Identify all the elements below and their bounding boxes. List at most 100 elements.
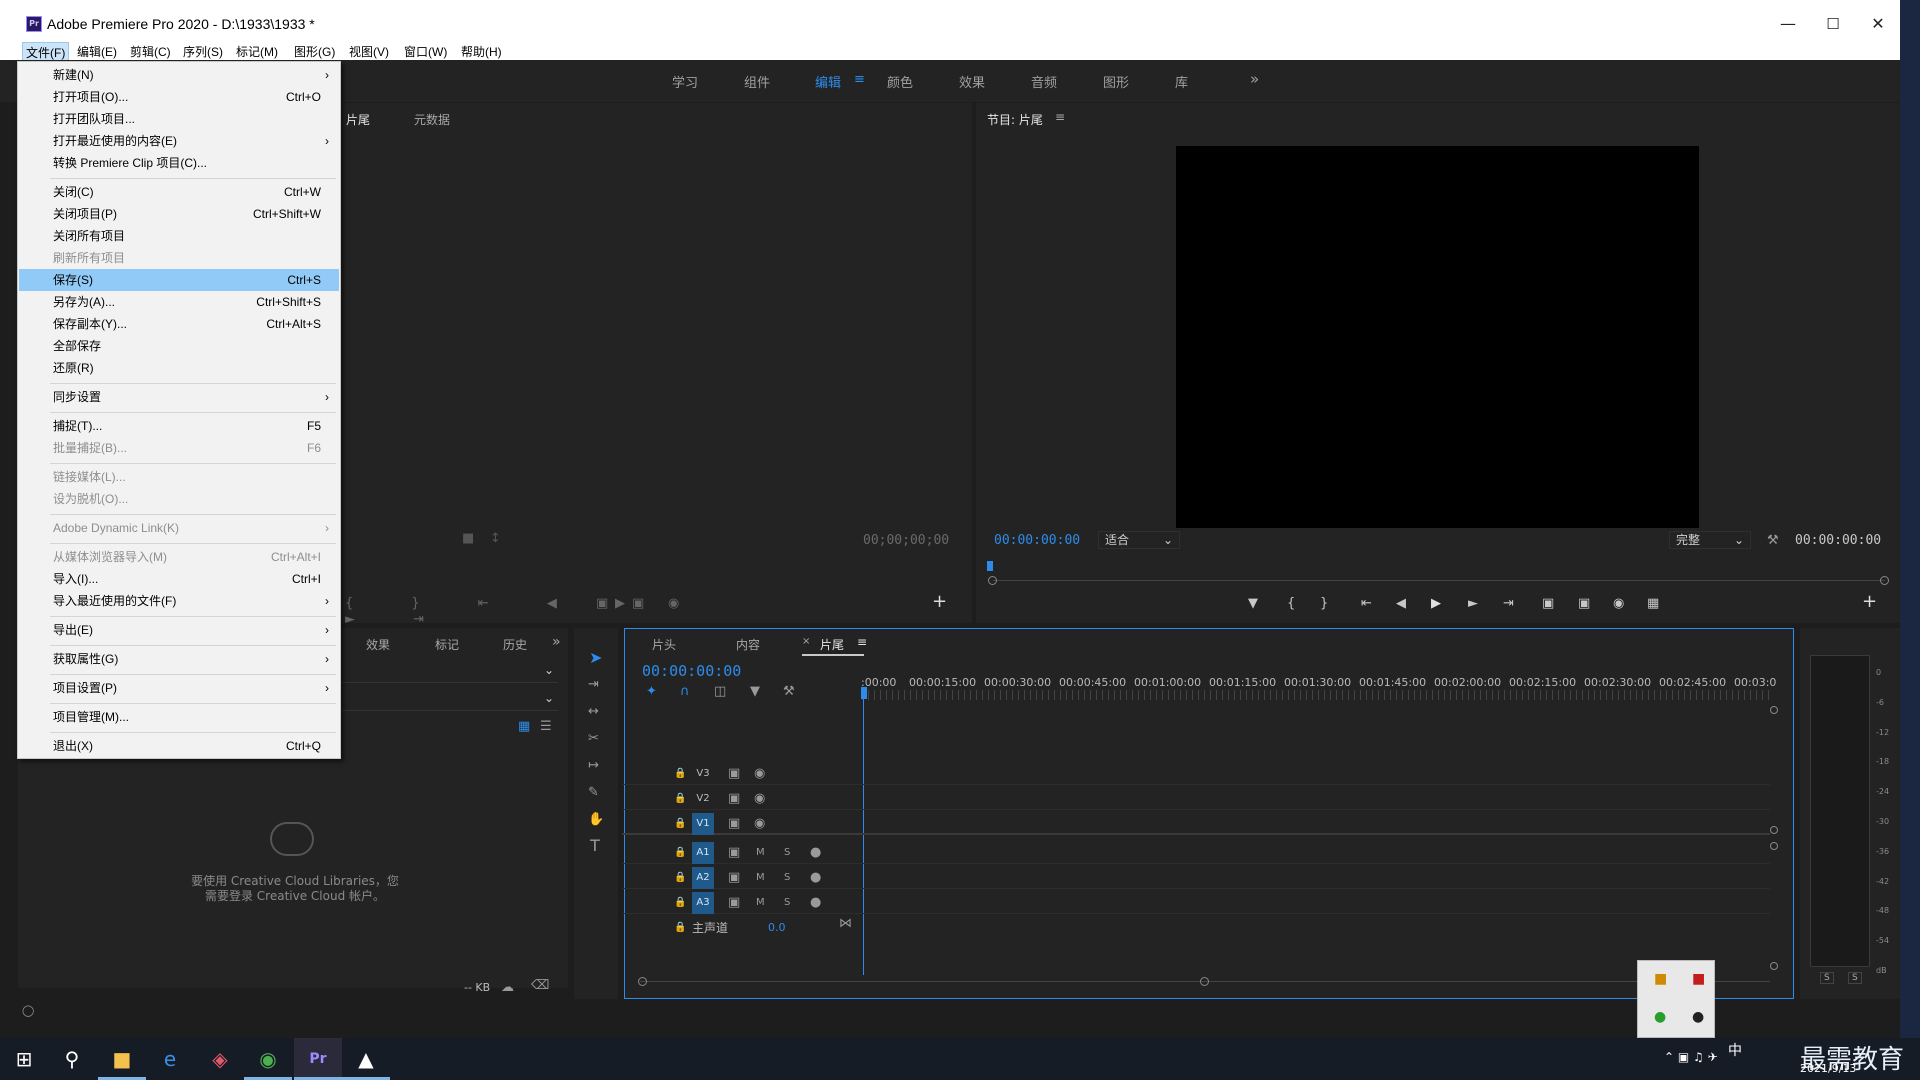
menu-item-dynamic-link[interactable]: Adobe Dynamic Link(K) › — [19, 517, 339, 539]
menu-item-open-recent[interactable]: 打开最近使用的内容(E) › — [19, 130, 339, 152]
chrome-icon[interactable]: ◉ — [244, 1038, 292, 1080]
menu-item-import[interactable]: 导入(I)... Ctrl+I — [19, 568, 339, 590]
menu-edit[interactable]: 编辑(E) — [74, 42, 120, 61]
menu-item-project-settings[interactable]: 项目设置(P) › — [19, 677, 339, 699]
scrub-start-handle[interactable] — [988, 576, 997, 585]
extract-icon[interactable]: ▣ — [1578, 596, 1590, 612]
search-icon[interactable]: ⚲ — [48, 1038, 96, 1080]
step-back-icon[interactable]: ◀ — [1396, 596, 1406, 612]
source-settings-icon[interactable]: ■ — [462, 531, 474, 547]
menu-sequence[interactable]: 序列(S) — [180, 42, 226, 61]
linked-selection-icon[interactable]: ◫ — [714, 684, 726, 700]
menu-item-close-project[interactable]: 关闭项目(P) Ctrl+Shift+W — [19, 203, 339, 225]
tray-icons[interactable]: ⌃ ▣ ♫ ✈ — [1664, 1050, 1718, 1064]
tab-sequence-head[interactable]: 片头 — [652, 636, 676, 653]
mark-out-icon[interactable]: } — [1320, 596, 1328, 612]
go-to-end-icon[interactable]: ⋈ — [839, 916, 852, 932]
meter-solo-left[interactable]: S — [1820, 972, 1834, 984]
sync-lock-icon[interactable]: ▣ — [728, 791, 740, 807]
video-scroll-top-handle[interactable] — [1770, 706, 1778, 714]
trash-icon[interactable]: ⌫ — [531, 978, 549, 994]
ime-indicator[interactable]: 中 — [1728, 1040, 1742, 1060]
source-export-frame-icon[interactable]: ◉ — [668, 596, 679, 612]
menu-item-exit[interactable]: 退出(X) Ctrl+Q — [19, 735, 339, 757]
workspace-effects[interactable]: 效果 — [959, 72, 985, 91]
eye-icon[interactable]: ◉ — [754, 816, 765, 832]
tab-metadata[interactable]: 元数据 — [414, 111, 450, 128]
menu-window[interactable]: 窗口(W) — [401, 42, 450, 61]
timeline-ruler-ticks[interactable] — [862, 690, 1774, 700]
menu-help[interactable]: 帮助(H) — [458, 42, 505, 61]
menu-item-close[interactable]: 关闭(C) Ctrl+W — [19, 181, 339, 203]
wrench-icon[interactable]: ⚒ — [1767, 533, 1779, 549]
menu-item-save-as[interactable]: 另存为(A)... Ctrl+Shift+S — [19, 291, 339, 313]
playhead-marker[interactable] — [987, 561, 993, 571]
program-scrub-bar[interactable] — [993, 580, 1885, 581]
audio-scroll-top-handle[interactable] — [1770, 842, 1778, 850]
mute-button[interactable]: M — [756, 895, 765, 911]
mark-in-icon[interactable]: { — [1287, 596, 1295, 612]
menu-item-convert-clip[interactable]: 转换 Premiere Clip 项目(C)... — [19, 152, 339, 174]
tray-app-icon[interactable]: ● — [1654, 1009, 1666, 1025]
minimize-button[interactable]: — — [1778, 14, 1798, 34]
menu-marker[interactable]: 标记(M) — [233, 42, 281, 61]
scrub-end-handle[interactable] — [1880, 576, 1889, 585]
menu-view[interactable]: 视图(V) — [346, 42, 392, 61]
menu-item-make-offline[interactable]: 设为脱机(O)... — [19, 488, 339, 510]
track-select-tool-icon[interactable]: ⇥ — [588, 677, 599, 693]
sync-lock-icon[interactable]: ▣ — [728, 766, 740, 782]
menu-item-revert[interactable]: 还原(R) — [19, 357, 339, 379]
lock-icon[interactable]: 🔒 — [674, 816, 686, 832]
razor-tool-icon[interactable]: ✂ — [588, 731, 599, 747]
grid-view-icon[interactable]: ▦ — [518, 719, 530, 735]
panel-more-icon[interactable]: » — [552, 634, 561, 650]
menu-item-project-manager[interactable]: 项目管理(M)... — [19, 706, 339, 728]
tab-sequence-tail[interactable]: 片尾 — [820, 636, 844, 653]
step-forward-icon[interactable]: ► — [1468, 596, 1478, 612]
nest-icon[interactable]: ✦ — [646, 684, 657, 700]
eye-icon[interactable]: ◉ — [754, 766, 765, 782]
menu-item-batch-capture[interactable]: 批量捕捉(B)... F6 — [19, 437, 339, 459]
lock-icon[interactable]: 🔒 — [674, 920, 686, 936]
program-menu-icon[interactable]: ≡ — [1055, 110, 1065, 124]
solo-button[interactable]: S — [784, 845, 790, 861]
menu-item-close-all[interactable]: 关闭所有项目 — [19, 225, 339, 247]
workspace-more-icon[interactable]: » — [1250, 70, 1259, 88]
timeline-timecode[interactable]: 00:00:00:00 — [642, 662, 741, 680]
sync-lock-icon[interactable]: ▣ — [728, 845, 740, 861]
program-title[interactable]: 节目: 片尾 — [987, 111, 1043, 128]
solo-button[interactable]: S — [784, 870, 790, 886]
hand-tool-icon[interactable]: ✋ — [588, 812, 604, 828]
play-icon[interactable]: ▶ — [1431, 596, 1441, 612]
timeline-playhead-line[interactable] — [863, 699, 864, 975]
pen-tool-icon[interactable]: ✎ — [588, 785, 599, 801]
add-marker-icon[interactable]: ▼ — [1248, 596, 1258, 612]
lift-icon[interactable]: ▣ — [1542, 596, 1554, 612]
workspace-editing[interactable]: 编辑 — [815, 72, 841, 91]
menu-item-refresh-all[interactable]: 刷新所有项目 — [19, 247, 339, 269]
menu-clip[interactable]: 剪辑(C) — [127, 42, 174, 61]
export-frame-icon[interactable]: ◉ — [1613, 596, 1624, 612]
close-button[interactable]: ✕ — [1868, 14, 1888, 34]
timeline-playhead-handle[interactable] — [861, 687, 867, 699]
lock-icon[interactable]: 🔒 — [674, 845, 686, 861]
lock-icon[interactable]: 🔒 — [674, 791, 686, 807]
audio-scroll-bottom-handle[interactable] — [1770, 962, 1778, 970]
track-label-v1[interactable]: V1 — [692, 813, 714, 835]
app-icon[interactable]: ◈ — [196, 1038, 244, 1080]
cloud-sync-icon[interactable]: ☁ — [501, 980, 514, 996]
menu-item-import-from-browser[interactable]: 从媒体浏览器导入(M) Ctrl+Alt+I — [19, 546, 339, 568]
menu-item-export[interactable]: 导出(E) › — [19, 619, 339, 641]
tab-source-clip[interactable]: 片尾 — [346, 111, 370, 128]
track-label-v3[interactable]: V3 — [692, 763, 714, 785]
type-tool-icon[interactable]: T — [590, 838, 600, 854]
track-label-v2[interactable]: V2 — [692, 788, 714, 810]
ripple-edit-tool-icon[interactable]: ↔ — [588, 704, 599, 720]
microphone-icon[interactable]: ● — [810, 845, 821, 861]
menu-item-new[interactable]: 新建(N) › — [19, 64, 339, 86]
menu-item-link-media[interactable]: 链接媒体(L)... — [19, 466, 339, 488]
fit-dropdown[interactable]: 适合 ⌄ — [1098, 531, 1180, 549]
quality-dropdown[interactable]: 完整 ⌄ — [1669, 531, 1751, 549]
track-label-a1[interactable]: A1 — [692, 842, 714, 864]
master-volume[interactable]: 0.0 — [768, 921, 786, 934]
